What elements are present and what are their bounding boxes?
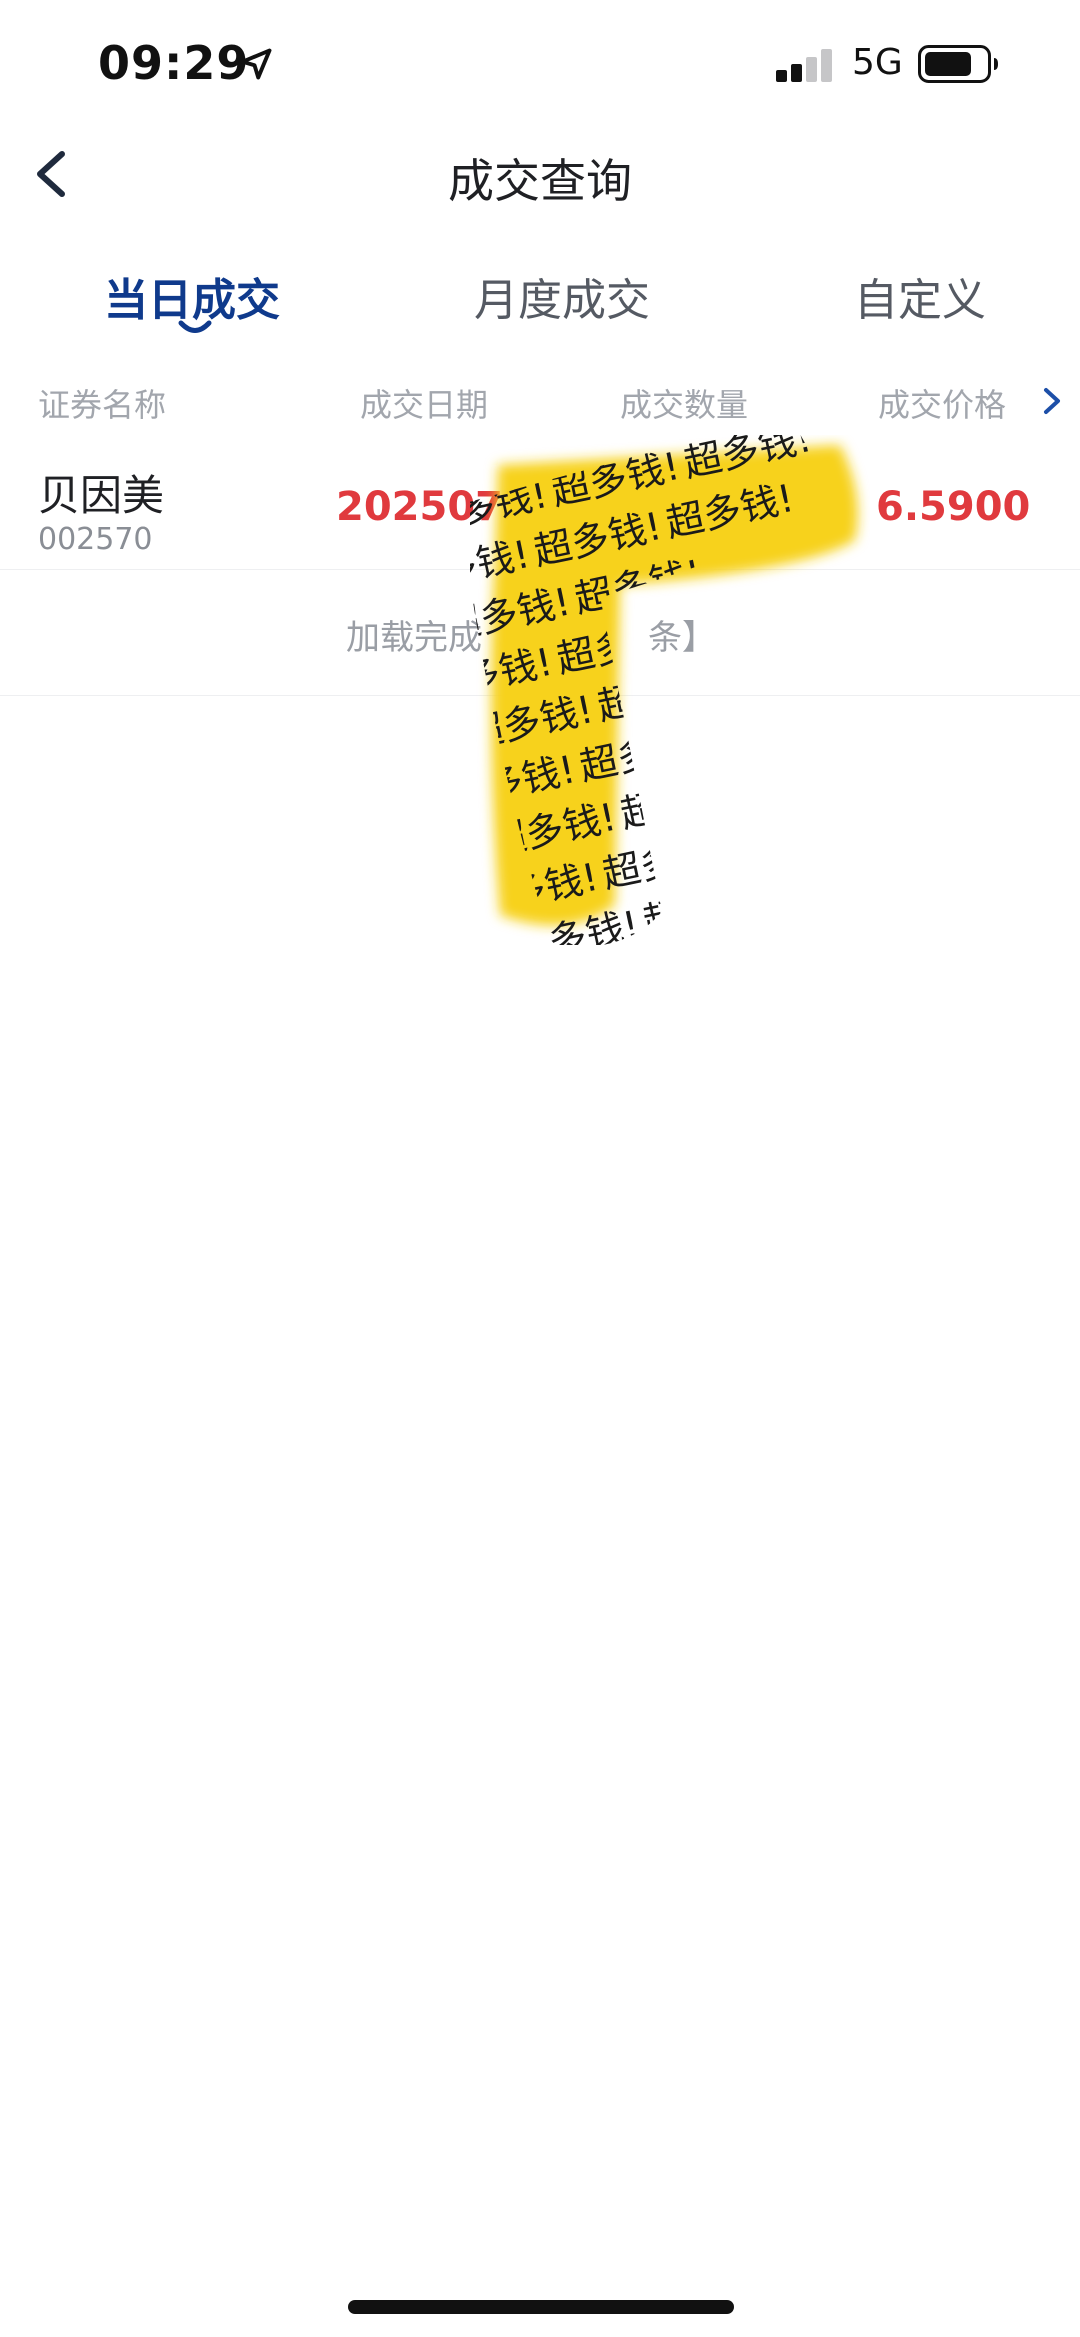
column-header-trade-price: 成交价格: [878, 386, 1007, 424]
network-type: 5G: [852, 42, 903, 83]
signal-icon: [776, 48, 832, 82]
active-tab-indicator: [178, 320, 212, 333]
status-time: 09:29: [98, 36, 250, 90]
money-sticker-overlay: 超多钱! 超多钱! 超多钱! 超多钱! 超多钱! 超多钱! 超多钱! 超多钱! …: [470, 435, 858, 945]
location-arrow-icon: [240, 48, 272, 80]
column-header-trade-quantity: 成交数量: [620, 386, 749, 424]
tab-monthly-trades[interactable]: 月度成交: [474, 264, 650, 328]
trade-price: 6.5900: [876, 484, 1031, 530]
security-code: 002570: [38, 522, 153, 557]
column-header-trade-date: 成交日期: [360, 386, 489, 424]
status-bar: 09:29 5G: [0, 0, 1080, 130]
column-header-security-name: 证券名称: [38, 386, 167, 424]
chevron-right-icon[interactable]: [1040, 384, 1064, 418]
load-status-text: 加载完成: [346, 618, 482, 658]
page-title: 成交查询: [448, 154, 632, 208]
sticker-text: 超多钱!: [639, 874, 775, 944]
home-indicator[interactable]: [348, 2300, 734, 2314]
security-name: 贝因美: [38, 471, 165, 520]
sticker-text: 超多钱!: [616, 767, 752, 837]
tab-custom[interactable]: 自定义: [854, 264, 986, 328]
battery-icon: [918, 45, 998, 83]
